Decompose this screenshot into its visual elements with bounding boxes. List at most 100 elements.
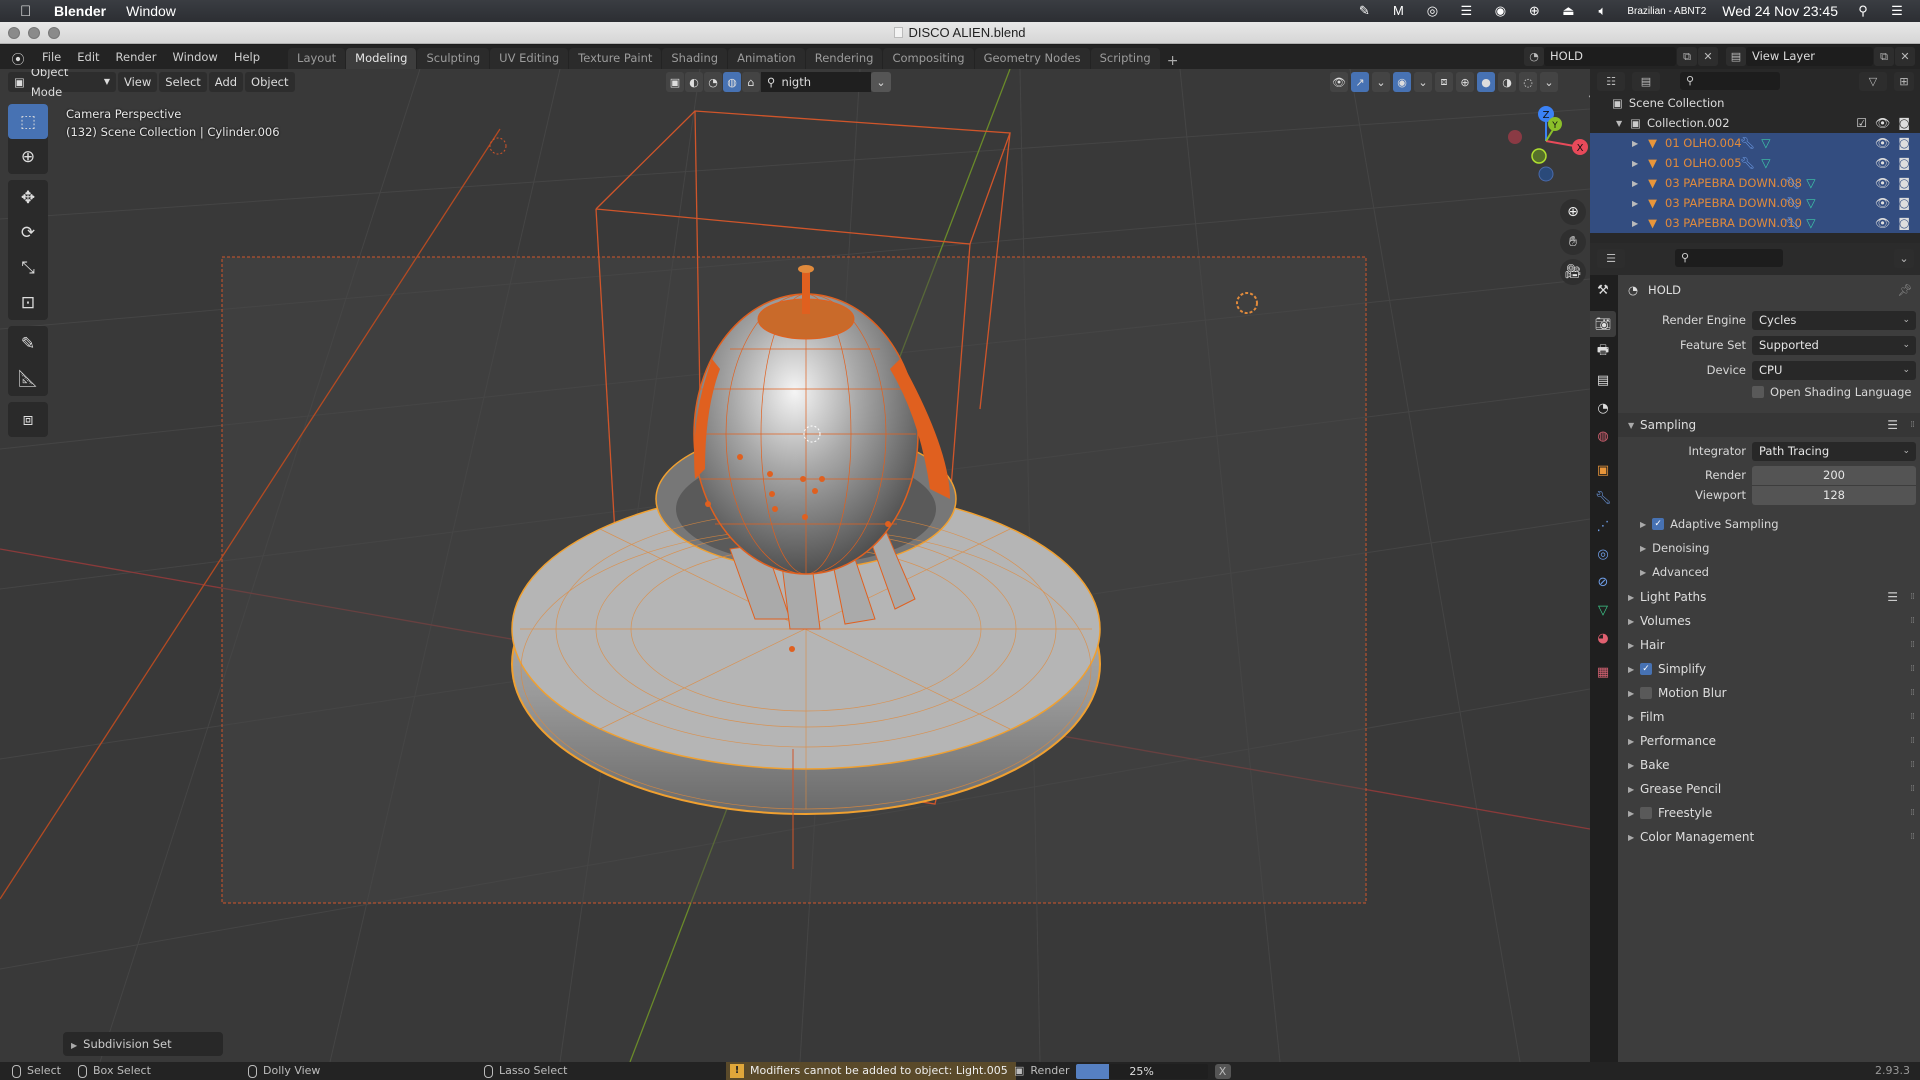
add-workspace-button[interactable]: + <box>1161 53 1185 69</box>
delete-scene-button[interactable]: ✕ <box>1698 47 1718 66</box>
modifier-icon[interactable]: 🔧︎ <box>1740 156 1755 170</box>
select-box-tool-icon[interactable]: ⬚ <box>8 104 48 139</box>
visibility-eye-icon[interactable]: 👁︎ <box>1875 116 1890 130</box>
navigation-gizmo[interactable]: Z Y X ⊕ ✋︎ 🎥︎ ‹ <box>1490 89 1590 285</box>
outliner-item[interactable]: ▶ ▼ 01 OLHO.005 🔧︎ ▽ 👁︎ ◙ <box>1590 153 1920 173</box>
data-tab-icon[interactable]: ▽ <box>1590 597 1616 623</box>
sampling-panel-header[interactable]: ▼ Sampling ☰ ⁞⁞ <box>1618 413 1920 437</box>
outliner-filter-icon[interactable]: ▽ <box>1859 71 1887 91</box>
render-camera-icon[interactable]: ◙ <box>1898 176 1910 190</box>
drag-handle-icon[interactable]: ⁞⁞ <box>1910 832 1915 842</box>
mesh-data-icon[interactable]: ▽ <box>1761 136 1770 150</box>
output-tab-icon[interactable]: 🖶︎ <box>1590 339 1616 365</box>
properties-search-input[interactable]: ⚲ <box>1675 249 1783 267</box>
outliner-search-input[interactable]: ⚲ <box>1680 72 1780 90</box>
particles-tab-icon[interactable]: ⋰ <box>1590 513 1616 539</box>
workspace-tab-shading[interactable]: Shading <box>662 48 728 69</box>
visibility-eye-icon[interactable]: 👁︎ <box>1875 196 1890 210</box>
wireframe-shading-icon[interactable]: ⊕ <box>1456 72 1474 92</box>
overlay-toggle-icon[interactable]: ◉ <box>1393 72 1411 92</box>
drag-handle-icon[interactable]: ⁞⁞ <box>1910 736 1915 746</box>
workspace-tab-texture-paint[interactable]: Texture Paint <box>569 48 662 69</box>
workspace-tab-layout[interactable]: Layout <box>288 48 346 69</box>
mode-selector[interactable]: ▣ Object Mode ▼ <box>8 69 116 99</box>
outliner-item[interactable]: ▶ ▼ 01 OLHO.004 🔧︎ ▽ 👁︎ ◙ <box>1590 133 1920 153</box>
visibility-eye-icon[interactable]: 👁︎ <box>1875 156 1890 170</box>
mesh-data-icon[interactable]: ▽ <box>1761 156 1770 170</box>
drag-handle-icon[interactable]: ⁞⁞ <box>1910 784 1915 794</box>
workspace-tab-geometry-nodes[interactable]: Geometry Nodes <box>974 48 1090 69</box>
physics-tab-icon[interactable]: ◎ <box>1590 541 1616 567</box>
3d-viewport[interactable]: ▣ Object Mode ▼ View Select Add Object ▣… <box>0 69 1590 1062</box>
keyboard-layout[interactable]: Brazilian - ABNT2 <box>1627 6 1706 17</box>
expand-icon[interactable]: ▶ <box>1632 139 1638 148</box>
osl-checkbox-box[interactable] <box>1752 386 1764 398</box>
menu-window[interactable]: Window <box>164 50 225 64</box>
outliner-filter-view-icon[interactable]: ▤ <box>1632 71 1660 91</box>
blender-logo-icon[interactable]: ⦿ <box>10 49 26 68</box>
scene-name-field[interactable]: HOLD <box>1544 47 1676 66</box>
eject-icon[interactable]: ⏏ <box>1559 4 1577 18</box>
notification-center-icon[interactable]: ☰ <box>1888 4 1906 18</box>
viewport-filter-search[interactable]: ⚲ nigth <box>761 72 871 92</box>
tool-tab-icon[interactable]: ⚒ <box>1590 277 1616 303</box>
measure-tool-icon[interactable]: 📐︎ <box>8 361 48 396</box>
outliner-item[interactable]: ▶ ▼ 03 PAPEBRA DOWN.009 🔧︎ ▽ 👁︎ ◙ <box>1590 193 1920 213</box>
view-layer-name-field[interactable]: View Layer <box>1746 47 1873 66</box>
mesh-data-icon[interactable]: ▽ <box>1806 216 1815 230</box>
panel-bake[interactable]: ▶ Bake ⁞⁞ <box>1618 753 1920 777</box>
outliner-item[interactable]: ▶ ▼ 03 PAPEBRA DOWN.010 🔧︎ ▽ 👁︎ ◙ <box>1590 213 1920 233</box>
collapse-icon[interactable]: ▼ <box>1616 119 1622 128</box>
drag-handle-icon[interactable]: ⁞⁞ <box>1910 420 1915 430</box>
outliner-item[interactable]: ▶ ▼ 03 PAPEBRA DOWN.008 🔧︎ ▽ 👁︎ ◙ <box>1590 173 1920 193</box>
menu-app-icon[interactable]: ☰ <box>1457 4 1475 18</box>
visibility-icon[interactable]: 👁︎ <box>1330 72 1348 92</box>
render-camera-icon[interactable]: ◙ <box>1898 116 1910 130</box>
osl-checkbox[interactable]: Open Shading Language <box>1752 381 1920 403</box>
viewport-samples-field[interactable]: 128 <box>1752 485 1916 505</box>
menu-add[interactable]: Add <box>208 72 244 92</box>
new-scene-button[interactable]: ⧉ <box>1677 47 1697 66</box>
view-layer-tab-icon[interactable]: ▤ <box>1590 367 1616 393</box>
clock[interactable]: Wed 24 Nov 23:45 <box>1722 3 1838 19</box>
gizmo-neg-z[interactable] <box>1538 166 1554 182</box>
creative-cloud-icon[interactable]: ◎ <box>1423 4 1441 18</box>
window-menu[interactable]: Window <box>126 3 176 19</box>
expand-icon[interactable]: ▶ <box>1632 199 1638 208</box>
modifier-icon[interactable]: 🔧︎ <box>1740 136 1755 150</box>
visibility-eye-icon[interactable]: 👁︎ <box>1875 176 1890 190</box>
menu-render[interactable]: Render <box>108 50 165 64</box>
gizmo-toggle-icon[interactable]: ↗ <box>1351 72 1369 92</box>
drag-handle-icon[interactable]: ⁞⁞ <box>1910 712 1915 722</box>
zoom-view-icon[interactable]: ⊕ <box>1560 199 1586 225</box>
gizmo-neg-x[interactable] <box>1508 130 1522 144</box>
volume-icon[interactable]: 🔈︎ <box>1593 4 1611 18</box>
panel-color-management[interactable]: ▶ Color Management ⁞⁞ <box>1618 825 1920 849</box>
menu-object[interactable]: Object <box>245 72 295 92</box>
modifier-tab-icon[interactable]: 🔧︎ <box>1590 485 1616 511</box>
workspace-tab-uv-editing[interactable]: UV Editing <box>490 48 569 69</box>
drag-handle-icon[interactable]: ⁞⁞ <box>1910 808 1915 818</box>
new-collection-icon[interactable]: ⊞ <box>1894 71 1914 91</box>
material-tab-icon[interactable]: ◕ <box>1590 625 1616 651</box>
material-filter-icon[interactable]: ◐ <box>685 72 703 92</box>
menu-help[interactable]: Help <box>226 50 268 64</box>
properties-options-icon[interactable]: ⌄ <box>1894 248 1914 268</box>
cancel-render-button[interactable]: X <box>1214 1063 1231 1079</box>
modifier-icon[interactable]: 🔧︎ <box>1785 216 1800 230</box>
camera-view-icon[interactable]: 🎥︎ <box>1560 259 1586 285</box>
workspace-tab-compositing[interactable]: Compositing <box>883 48 974 69</box>
drag-handle-icon[interactable]: ⁞⁞ <box>1910 616 1915 626</box>
advanced-subpanel[interactable]: ▶ Advanced <box>1640 561 1709 583</box>
drag-handle-icon[interactable]: ⁞⁞ <box>1910 592 1915 602</box>
world-filter-icon[interactable]: ◍ <box>723 72 741 92</box>
panel-volumes[interactable]: ▶ Volumes ⁞⁞ <box>1618 609 1920 633</box>
render-samples-field[interactable]: 200 <box>1752 465 1916 485</box>
delete-view-layer-button[interactable]: ✕ <box>1895 47 1915 66</box>
xray-toggle-icon[interactable]: ⧈ <box>1435 72 1453 92</box>
visibility-eye-icon[interactable]: 👁︎ <box>1875 216 1890 230</box>
transform-tool-icon[interactable]: ⊡ <box>8 285 48 320</box>
constraints-tab-icon[interactable]: ⊘ <box>1590 569 1616 595</box>
accessibility-icon[interactable]: ⊕ <box>1525 4 1543 18</box>
malwarebytes-icon[interactable]: M <box>1389 4 1407 18</box>
